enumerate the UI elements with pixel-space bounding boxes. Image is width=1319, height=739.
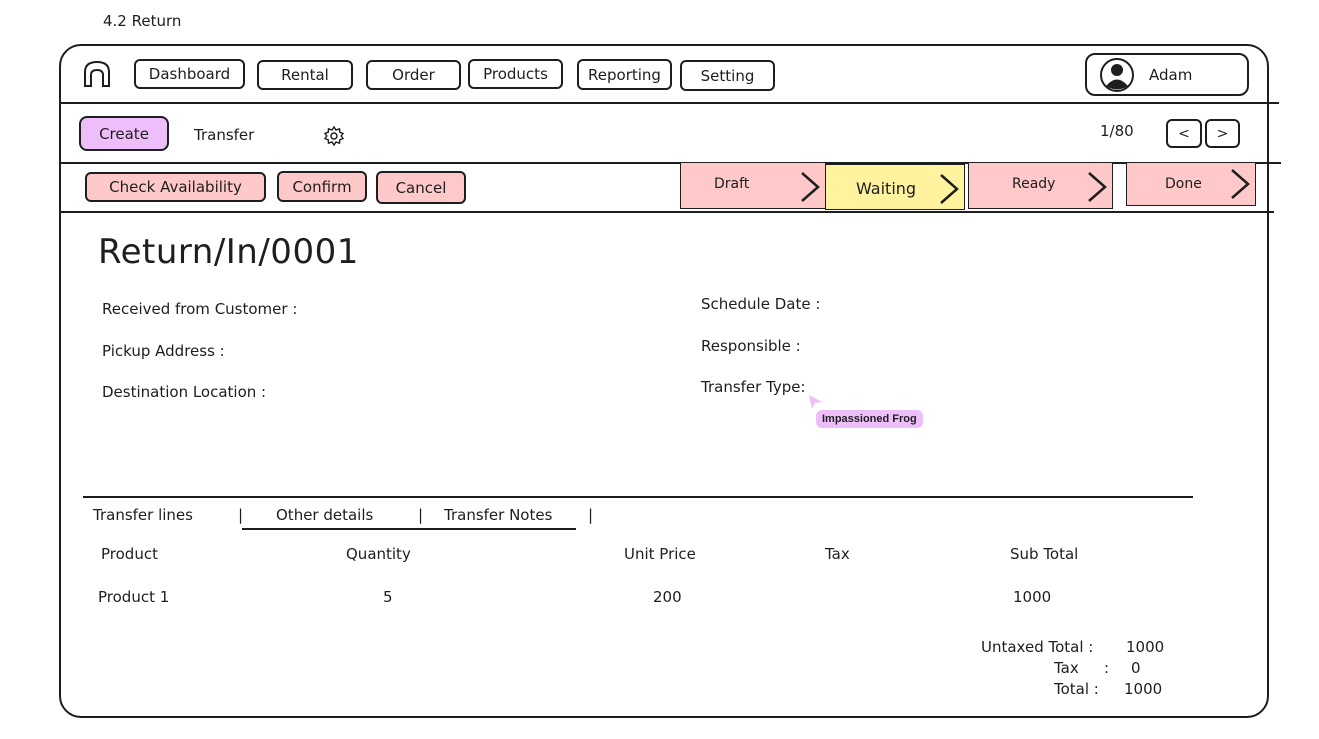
next-record-button[interactable]: > [1205,119,1240,148]
create-button[interactable]: Create [79,116,169,151]
untaxed-total-value: 1000 [1126,638,1165,656]
tab-separator: | [418,506,424,524]
cell-sub-total: 1000 [1013,588,1052,606]
stage-waiting[interactable]: Waiting [825,164,965,210]
user-menu[interactable]: Adam [1085,53,1249,96]
user-name: Adam [1149,65,1193,84]
check-availability-button[interactable]: Check Availability [85,172,266,202]
table-row[interactable]: Product 1 5 200 1000 [98,588,1198,612]
collaborator-cursor-tag: Impassioned Frog [816,410,923,428]
gear-icon[interactable] [323,125,345,147]
stage-draft-label: Draft [714,176,750,192]
tab-other-details[interactable]: Other details [276,506,373,524]
record-title: Return/In/0001 [98,232,359,272]
home-icon[interactable] [81,58,113,90]
grand-total-value: 1000 [1124,680,1163,698]
responsible-label: Responsible : [701,337,801,355]
pager-count: 1/80 [1100,122,1134,140]
grand-total-label: Total : [1054,680,1099,698]
chevron-right-icon [801,172,820,202]
cursor-pointer-icon [808,394,824,410]
chevron-right-icon [940,174,959,204]
transfer-type-label: Transfer Type: [701,378,806,396]
cancel-button[interactable]: Cancel [376,171,466,204]
nav-setting[interactable]: Setting [680,60,775,91]
stage-done-label: Done [1165,176,1202,192]
tab-transfer-lines[interactable]: Transfer lines [93,506,193,524]
column-header-quantity: Quantity [346,545,411,563]
tax-total-separator: : [1104,659,1110,677]
column-header-sub-total: Sub Total [1010,545,1079,563]
avatar-icon [1099,57,1135,93]
sheet-label: 4.2 Return [103,12,182,30]
stage-waiting-label: Waiting [856,179,917,198]
prev-record-button[interactable]: < [1166,119,1202,148]
tabs-divider [83,496,1193,498]
destination-location-label: Destination Location : [102,383,267,401]
tab-transfer-notes[interactable]: Transfer Notes [444,506,552,524]
column-header-unit-price: Unit Price [624,545,696,563]
pickup-address-label: Pickup Address : [102,342,225,360]
tab-separator: | [588,506,594,524]
confirm-button[interactable]: Confirm [277,171,367,202]
actions-divider [59,211,1274,213]
column-header-tax: Tax [825,545,850,563]
nav-reporting[interactable]: Reporting [577,59,672,90]
stage-ready-label: Ready [1012,176,1056,192]
cell-quantity: 5 [383,588,393,606]
untaxed-total-label: Untaxed Total : [981,638,1094,656]
active-tab-underline [242,528,576,530]
nav-order[interactable]: Order [366,60,461,90]
nav-divider [59,102,1279,104]
nav-rental[interactable]: Rental [257,60,353,90]
cell-unit-price: 200 [653,588,682,606]
app-frame [59,44,1269,718]
column-header-product: Product [101,545,158,563]
nav-dashboard[interactable]: Dashboard [134,59,245,89]
received-from-label: Received from Customer : [102,300,298,318]
nav-products[interactable]: Products [468,59,563,89]
stage-ready[interactable]: Ready [968,162,1113,209]
tax-total-label: Tax [1054,659,1079,677]
cell-product: Product 1 [98,588,170,606]
tab-separator: | [238,506,244,524]
stage-draft[interactable]: Draft [680,162,826,209]
chevron-right-icon [1088,172,1107,202]
stage-done[interactable]: Done [1126,162,1256,206]
section-title: Transfer [194,126,255,144]
tax-total-value: 0 [1131,659,1141,677]
chevron-right-icon [1231,169,1250,199]
schedule-date-label: Schedule Date : [701,295,821,313]
